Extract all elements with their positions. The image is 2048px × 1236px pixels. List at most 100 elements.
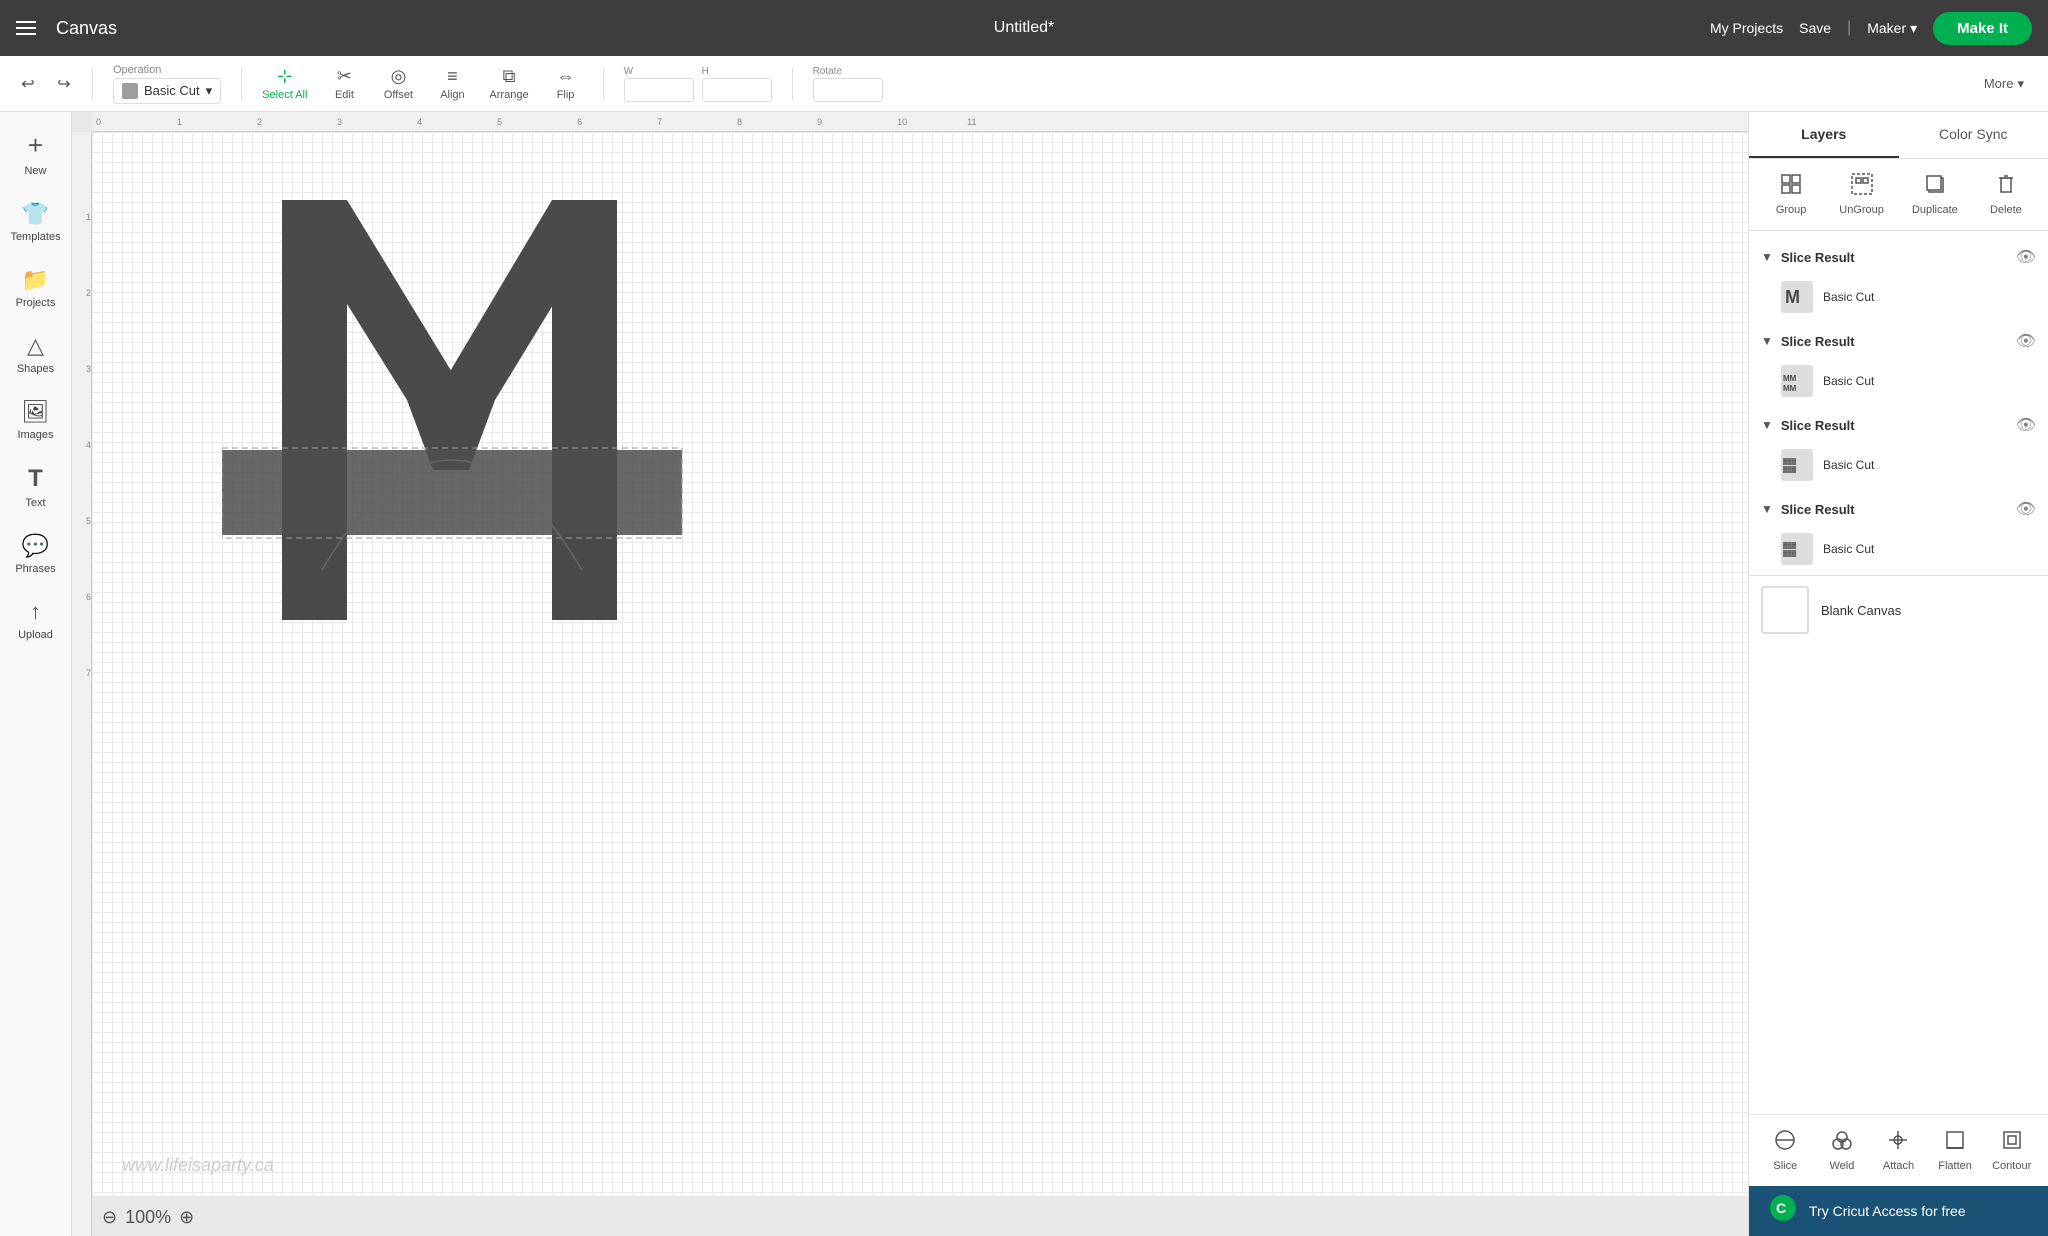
- delete-button[interactable]: Delete: [1976, 167, 2036, 222]
- layer-name-2: Basic Cut: [1823, 374, 1874, 388]
- tab-color-sync[interactable]: Color Sync: [1899, 112, 2048, 158]
- canvas-grid[interactable]: [92, 132, 1748, 1196]
- contour-icon: [2001, 1129, 2023, 1157]
- toolbar-separator: [92, 68, 93, 100]
- align-button[interactable]: ≡ Align: [427, 62, 477, 105]
- layer-item[interactable]: M Basic Cut: [1749, 275, 2048, 319]
- group-label: Group: [1776, 204, 1807, 216]
- ungroup-button[interactable]: UnGroup: [1829, 167, 1894, 222]
- arrange-icon: ⧉: [503, 66, 516, 87]
- sidebar-item-templates[interactable]: 👕 Templates: [4, 191, 68, 253]
- visibility-toggle-3[interactable]: 👁: [2016, 415, 2036, 435]
- flatten-button[interactable]: Flatten: [1927, 1123, 1984, 1178]
- canvas-zoom: ⊖ 100% ⊕: [102, 1207, 194, 1228]
- right-panel: Layers Color Sync Group UnGroup: [1748, 112, 2048, 1236]
- operation-select[interactable]: Basic Cut ▾: [113, 78, 221, 104]
- sidebar-item-text[interactable]: T Text: [4, 455, 68, 519]
- svg-text:MM: MM: [1783, 374, 1797, 383]
- redo-button[interactable]: ↪: [48, 68, 80, 100]
- sidebar-item-shapes[interactable]: △ Shapes: [4, 323, 68, 385]
- arrange-button[interactable]: ⧉ Arrange: [481, 62, 536, 105]
- layer-group-header-slice1[interactable]: ▼ Slice Result 👁: [1749, 239, 2048, 275]
- duplicate-label: Duplicate: [1912, 204, 1958, 216]
- select-all-icon: ⊹: [277, 66, 292, 87]
- toolbar-sep4: [792, 68, 793, 100]
- layer-group-header-slice3[interactable]: ▼ Slice Result 👁: [1749, 407, 2048, 443]
- save-button[interactable]: Save: [1799, 20, 1831, 36]
- sidebar-item-images[interactable]: 🖼 Images: [4, 389, 68, 451]
- make-it-button[interactable]: Make It: [1933, 12, 2032, 45]
- panel-actions: Group UnGroup Duplicate Delete: [1749, 159, 2048, 231]
- sidebar-item-upload[interactable]: ↑ Upload: [4, 589, 68, 651]
- sidebar-item-label: Shapes: [17, 363, 54, 375]
- sidebar-item-label: Upload: [18, 629, 53, 641]
- more-button[interactable]: More ▾: [1972, 70, 2036, 98]
- layers-list: ▼ Slice Result 👁 M Basic Cut ▼ Slice Res…: [1749, 231, 2048, 1114]
- weld-button[interactable]: Weld: [1814, 1123, 1871, 1178]
- layer-group-slice3: ▼ Slice Result 👁 ▓▓▓▓▓▓ Basic Cut: [1749, 407, 2048, 487]
- blank-canvas-thumbnail: [1761, 586, 1809, 634]
- sidebar-item-new[interactable]: + New: [4, 120, 68, 187]
- rotate-input-group: Rotate: [813, 66, 883, 102]
- select-all-button[interactable]: ⊹ Select All: [254, 62, 315, 105]
- layer-thumbnail-4: ▓▓▓▓▓▓: [1781, 533, 1813, 565]
- flatten-icon: [1944, 1129, 1966, 1157]
- tab-layers[interactable]: Layers: [1749, 112, 1899, 158]
- layer-item[interactable]: MMMM Basic Cut: [1749, 359, 2048, 403]
- chevron-icon: ▼: [1761, 250, 1773, 264]
- duplicate-icon: [1924, 173, 1946, 201]
- svg-text:▓▓▓: ▓▓▓: [1783, 466, 1797, 473]
- duplicate-button[interactable]: Duplicate: [1902, 167, 1968, 222]
- edit-button[interactable]: ✂ Edit: [319, 62, 369, 105]
- zoom-out-button[interactable]: ⊖: [102, 1207, 117, 1228]
- flip-button[interactable]: ⇔ Flip: [541, 62, 591, 105]
- slice-label: Slice: [1773, 1160, 1797, 1172]
- align-icon: ≡: [447, 66, 458, 87]
- offset-button[interactable]: ◎ Offset: [373, 62, 423, 105]
- hamburger-menu[interactable]: [16, 21, 36, 35]
- width-input[interactable]: [624, 78, 694, 102]
- canvas-m-shape[interactable]: [222, 200, 742, 680]
- my-projects-link[interactable]: My Projects: [1710, 20, 1783, 36]
- maker-selector[interactable]: Maker ▾: [1867, 20, 1917, 37]
- zoom-in-button[interactable]: ⊕: [179, 1207, 194, 1228]
- text-icon: T: [28, 465, 43, 493]
- undo-button[interactable]: ↩: [12, 68, 44, 100]
- layer-thumbnail-3: ▓▓▓▓▓▓: [1781, 449, 1813, 481]
- visibility-toggle-2[interactable]: 👁: [2016, 331, 2036, 351]
- left-sidebar: + New 👕 Templates 📁 Projects △ Shapes 🖼 …: [0, 112, 72, 1236]
- layer-group-title: Slice Result: [1781, 334, 2008, 349]
- templates-icon: 👕: [22, 201, 49, 227]
- slice-button[interactable]: Slice: [1757, 1123, 1814, 1178]
- layer-group-title: Slice Result: [1781, 502, 2008, 517]
- sidebar-item-projects[interactable]: 📁 Projects: [4, 257, 68, 319]
- visibility-toggle-1[interactable]: 👁: [2016, 247, 2036, 267]
- group-button[interactable]: Group: [1761, 167, 1821, 222]
- app-title: Canvas: [56, 18, 117, 39]
- cricut-access-banner[interactable]: C Try Cricut Access for free: [1749, 1186, 2048, 1236]
- height-input[interactable]: [702, 78, 772, 102]
- canvas-area[interactable]: 0 1 2 3 4 5 6 7 8 9 10 11 1 2 3 4 5: [72, 112, 1748, 1236]
- attach-button[interactable]: Attach: [1870, 1123, 1927, 1178]
- ruler-horizontal: 0 1 2 3 4 5 6 7 8 9 10 11: [92, 112, 1748, 132]
- layer-item[interactable]: ▓▓▓▓▓▓ Basic Cut: [1749, 443, 2048, 487]
- svg-text:M: M: [1785, 287, 1800, 307]
- height-group: H: [702, 66, 772, 102]
- contour-button[interactable]: Contour: [1983, 1123, 2040, 1178]
- rotate-group: Rotate: [813, 66, 883, 102]
- layer-group-header-slice4[interactable]: ▼ Slice Result 👁: [1749, 491, 2048, 527]
- ungroup-icon: [1851, 173, 1873, 201]
- edit-icon: ✂: [337, 66, 352, 87]
- flatten-label: Flatten: [1938, 1160, 1972, 1172]
- svg-text:▓▓▓: ▓▓▓: [1783, 542, 1797, 549]
- navbar: Canvas Untitled* My Projects Save | Make…: [0, 0, 2048, 56]
- layer-item[interactable]: ▓▓▓▓▓▓ Basic Cut: [1749, 527, 2048, 571]
- rotate-input[interactable]: [813, 78, 883, 102]
- sidebar-item-phrases[interactable]: 💬 Phrases: [4, 523, 68, 585]
- layer-group-header-slice2[interactable]: ▼ Slice Result 👁: [1749, 323, 2048, 359]
- cricut-logo-icon: C: [1769, 1194, 1797, 1228]
- layer-name-3: Basic Cut: [1823, 458, 1874, 472]
- chevron-icon: ▼: [1761, 418, 1773, 432]
- visibility-toggle-4[interactable]: 👁: [2016, 499, 2036, 519]
- sidebar-item-label: Phrases: [15, 563, 55, 575]
